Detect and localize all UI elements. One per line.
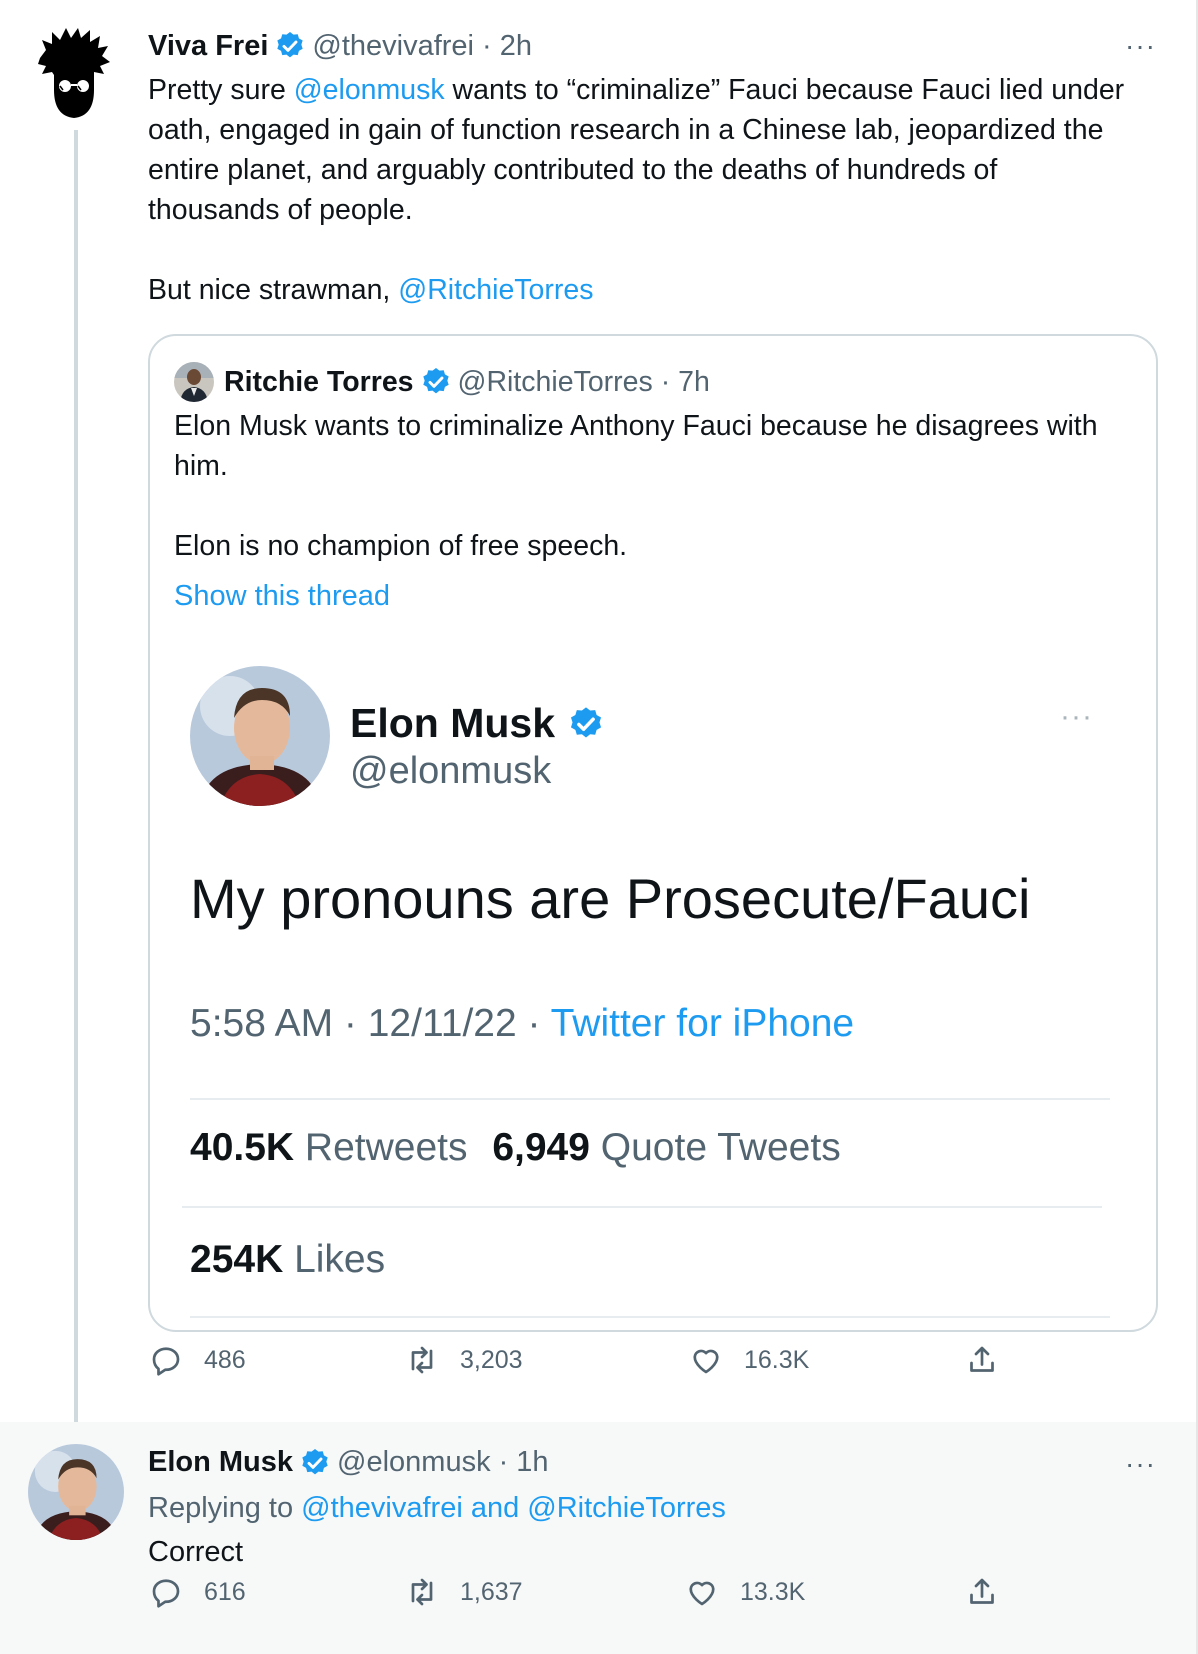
verified-badge-icon bbox=[277, 32, 304, 58]
divider bbox=[190, 1316, 1110, 1318]
tweet-time[interactable]: · 1h bbox=[499, 1446, 549, 1479]
reply-count: 616 bbox=[204, 1577, 246, 1606]
reply-button[interactable]: 616 bbox=[148, 1574, 246, 1610]
quoted-paragraph-2: Elon is no champion of free speech. bbox=[174, 530, 628, 562]
screenshot-likes: 254K Likes bbox=[190, 1238, 385, 1282]
retweets-label: Retweets bbox=[294, 1126, 468, 1169]
timeline: Viva Frei @thevivafrei · 2h ··· Pretty s… bbox=[0, 0, 1198, 1654]
screenshot-stats: 40.5K Retweets 6,949 Quote Tweets bbox=[190, 1126, 841, 1170]
person-photo-icon bbox=[174, 362, 214, 402]
quoted-author-name: Ritchie Torres bbox=[224, 365, 414, 398]
avatar-vivafrei[interactable] bbox=[38, 28, 110, 120]
retweet-icon bbox=[411, 1578, 433, 1606]
tweet-vivafrei[interactable]: Viva Frei @thevivafrei · 2h ··· Pretty s… bbox=[0, 0, 1196, 1435]
more-options-icon[interactable]: ··· bbox=[1125, 30, 1156, 62]
reply-icon bbox=[152, 1579, 180, 1608]
heart-icon bbox=[693, 1349, 719, 1374]
like-count: 13.3K bbox=[740, 1577, 806, 1606]
tweet-text-segment: But nice strawman, bbox=[148, 274, 399, 306]
verified-badge-icon bbox=[422, 368, 449, 394]
tweet-screenshot-image: Elon Musk @elonmusk ··· My pronouns are … bbox=[182, 666, 1110, 1326]
thread-line bbox=[74, 130, 78, 1435]
show-thread-link[interactable]: Show this thread bbox=[174, 580, 390, 613]
tweet-text: Pretty sure @elonmusk wants to “criminal… bbox=[148, 70, 1128, 310]
share-icon bbox=[970, 1578, 994, 1604]
likes-count: 254K bbox=[190, 1238, 284, 1281]
retweet-button[interactable]: 3,203 bbox=[404, 1342, 523, 1378]
more-options-icon[interactable]: ··· bbox=[1125, 1448, 1156, 1480]
tweet-paragraph-1: Pretty sure @elonmusk wants to “criminal… bbox=[148, 70, 1128, 230]
screenshot-more-icon: ··· bbox=[1060, 700, 1093, 733]
quoted-tweet-time: · 7h bbox=[660, 365, 710, 398]
tweet-text: Correct bbox=[148, 1536, 244, 1568]
tweet-paragraph-2: But nice strawman, @RitchieTorres bbox=[148, 270, 1128, 310]
share-icon bbox=[970, 1346, 994, 1372]
retweet-button[interactable]: 1,637 bbox=[404, 1574, 523, 1610]
screenshot-meta: 5:58 AM · 12/11/22 · Twitter for iPhone bbox=[190, 1002, 854, 1046]
author-name[interactable]: Elon Musk bbox=[148, 1446, 293, 1479]
tweet-header: Elon Musk @elonmusk · 1h bbox=[148, 1446, 549, 1479]
like-button[interactable]: 13.3K bbox=[684, 1574, 805, 1610]
tweet-time[interactable]: · 2h bbox=[482, 30, 532, 63]
divider bbox=[190, 1098, 1110, 1100]
like-count: 16.3K bbox=[744, 1345, 810, 1374]
tweet-text-segment: Pretty sure bbox=[148, 74, 294, 106]
replying-to: Replying to @thevivafrei and @RitchieTor… bbox=[148, 1492, 726, 1525]
quote-tweets-label: Quote Tweets bbox=[589, 1126, 841, 1169]
screenshot-source: Twitter for iPhone bbox=[550, 1002, 855, 1045]
quoted-tweet-header: Ritchie Torres @RitchieTorres · 7h bbox=[174, 362, 710, 402]
author-handle[interactable]: @thevivafrei bbox=[312, 30, 474, 63]
quoted-author-handle: @RitchieTorres bbox=[457, 365, 653, 398]
author-name[interactable]: Viva Frei bbox=[148, 30, 268, 63]
tweet-elonmusk-reply[interactable]: Elon Musk @elonmusk · 1h ··· Replying to… bbox=[0, 1422, 1196, 1654]
retweet-icon bbox=[411, 1346, 433, 1374]
replying-to-label: Replying to bbox=[148, 1492, 302, 1524]
share-button[interactable] bbox=[964, 1574, 1020, 1610]
screenshot-tweet-text: My pronouns are Prosecute/Fauci bbox=[190, 867, 1031, 930]
verified-badge-icon bbox=[302, 1448, 328, 1474]
screenshot-author-name: Elon Musk bbox=[350, 700, 556, 746]
avatar-ritchietorres bbox=[174, 362, 214, 402]
screenshot-timestamp: 5:58 AM · 12/11/22 · bbox=[190, 1002, 551, 1045]
heart-icon bbox=[689, 1581, 715, 1606]
person-photo-icon bbox=[28, 1444, 124, 1540]
screenshot-author-handle: @elonmusk bbox=[350, 750, 552, 792]
quote-tweets-count: 6,949 bbox=[492, 1126, 590, 1169]
retweet-count: 1,637 bbox=[460, 1577, 523, 1606]
share-button[interactable] bbox=[964, 1342, 1020, 1378]
quoted-tweet-text: Elon Musk wants to criminalize Anthony F… bbox=[174, 406, 1114, 566]
retweet-count: 3,203 bbox=[460, 1345, 523, 1374]
screenshot-avatar-elonmusk bbox=[190, 666, 330, 806]
screenshot-author: Elon Musk bbox=[350, 700, 605, 747]
mention-elonmusk[interactable]: @elonmusk bbox=[294, 74, 445, 106]
vivafrei-logo-icon bbox=[38, 28, 110, 118]
likes-label: Likes bbox=[283, 1238, 386, 1281]
replying-to-mentions[interactable]: @thevivafrei and @RitchieTorres bbox=[301, 1492, 726, 1524]
reply-icon bbox=[152, 1347, 180, 1376]
quoted-paragraph-1: Elon Musk wants to criminalize Anthony F… bbox=[174, 410, 1098, 482]
reply-count: 486 bbox=[204, 1345, 246, 1374]
like-button[interactable]: 16.3K bbox=[688, 1342, 809, 1378]
reply-button[interactable]: 486 bbox=[148, 1342, 246, 1378]
author-handle[interactable]: @elonmusk bbox=[337, 1446, 491, 1479]
person-photo-icon bbox=[190, 666, 330, 806]
verified-badge-icon bbox=[570, 706, 602, 737]
tweet-header: Viva Frei @thevivafrei · 2h bbox=[148, 28, 532, 64]
retweets-count: 40.5K bbox=[190, 1126, 295, 1169]
divider bbox=[182, 1206, 1102, 1208]
avatar-elonmusk[interactable] bbox=[28, 1444, 124, 1540]
mention-ritchietorres[interactable]: @RitchieTorres bbox=[398, 274, 593, 306]
quoted-tweet[interactable]: Ritchie Torres @RitchieTorres · 7h Elon … bbox=[148, 334, 1158, 1332]
